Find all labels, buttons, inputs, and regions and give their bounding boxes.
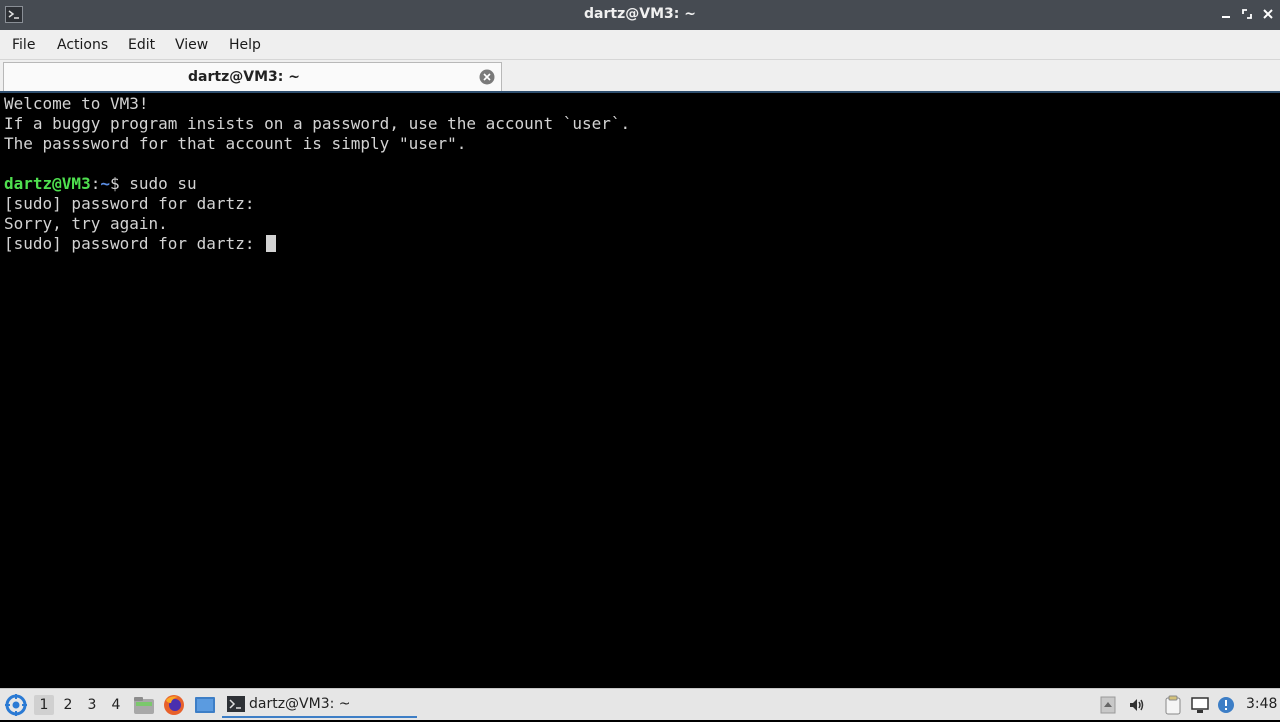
window-titlebar[interactable]: dartz@VM3: ~ xyxy=(0,0,1280,30)
menu-view[interactable]: View xyxy=(175,37,208,53)
prompt-user-host: dartz@VM3 xyxy=(4,174,91,193)
terminal-output[interactable]: Welcome to VM3! If a buggy program insis… xyxy=(0,93,1280,688)
menu-actions[interactable]: Actions xyxy=(57,37,108,53)
start-menu-icon[interactable] xyxy=(3,692,29,718)
network-icon[interactable] xyxy=(1190,695,1210,715)
menu-file[interactable]: File xyxy=(12,37,35,53)
terminal-input-line[interactable]: [sudo] password for dartz: xyxy=(4,234,277,254)
clipboard-icon[interactable] xyxy=(1163,695,1183,715)
clock[interactable]: 3:48 xyxy=(1246,696,1277,712)
firefox-icon[interactable] xyxy=(163,694,185,716)
terminal-line: The passsword for that account is simply… xyxy=(4,134,467,153)
terminal-icon xyxy=(227,696,245,716)
task-button-terminal[interactable]: dartz@VM3: ~ xyxy=(222,691,417,718)
prompt-symbol: $ xyxy=(109,174,130,193)
workspace-4[interactable]: 4 xyxy=(106,695,126,715)
terminal-line: [sudo] password for dartz: xyxy=(4,194,255,213)
volume-icon[interactable] xyxy=(1127,695,1147,715)
terminal-line: Welcome to VM3! xyxy=(4,94,149,113)
maximize-icon[interactable] xyxy=(1239,6,1255,22)
update-notification-icon[interactable] xyxy=(1216,695,1236,715)
window-title: dartz@VM3: ~ xyxy=(584,6,696,22)
menu-bar: File Actions Edit View Help xyxy=(0,30,1280,60)
tab-terminal[interactable]: dartz@VM3: ~ xyxy=(3,62,502,91)
workspace-2[interactable]: 2 xyxy=(58,695,78,715)
desktop-icon[interactable] xyxy=(194,694,216,716)
terminal-cursor xyxy=(266,235,277,252)
task-button-label: dartz@VM3: ~ xyxy=(249,696,351,712)
terminal-line: If a buggy program insists on a password… xyxy=(4,114,631,133)
menu-help[interactable]: Help xyxy=(229,37,261,53)
tab-label: dartz@VM3: ~ xyxy=(188,69,300,85)
terminal-line: Sorry, try again. xyxy=(4,214,168,233)
close-icon[interactable] xyxy=(1260,6,1276,22)
tray-up-arrow-icon[interactable] xyxy=(1098,695,1118,715)
prompt-command: sudo su xyxy=(129,174,197,193)
prompt-separator: : xyxy=(90,174,101,193)
close-circle-icon[interactable] xyxy=(479,69,495,85)
workspace-3[interactable]: 3 xyxy=(82,695,102,715)
taskbar: 1 2 3 4 dartz@VM3: ~ 3:48 xyxy=(0,688,1280,720)
terminal-line: [sudo] password for dartz: xyxy=(4,234,265,253)
menu-edit[interactable]: Edit xyxy=(128,37,155,53)
prompt-line: dartz@VM3:~$ sudo su xyxy=(4,174,197,194)
file-manager-icon[interactable] xyxy=(133,694,155,716)
workspace-1[interactable]: 1 xyxy=(34,695,54,715)
prompt-path: ~ xyxy=(100,174,110,193)
minimize-icon[interactable] xyxy=(1218,6,1234,22)
tab-bar: dartz@VM3: ~ xyxy=(0,60,1280,93)
